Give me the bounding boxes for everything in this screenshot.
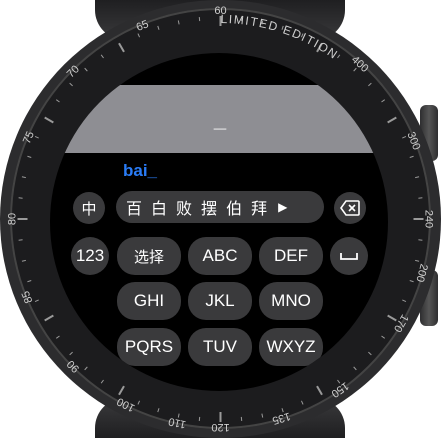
bezel-tick	[415, 259, 420, 262]
bezel-tick	[415, 176, 420, 179]
bezel-tick	[409, 155, 414, 158]
watch-screen: _ bai_ 中 百 白 败 摆 伯 拜 ▶ 123 选择 ABC DEF GH…	[50, 53, 388, 391]
key-jkl[interactable]: JKL	[188, 282, 252, 320]
backspace-icon	[340, 200, 360, 216]
bezel-number: 90	[65, 358, 82, 375]
bezel-number: 85	[20, 289, 36, 305]
candidate-1[interactable]: 百	[126, 195, 142, 219]
bezel-tick	[84, 366, 88, 371]
bezel-tick	[300, 400, 304, 405]
space-icon	[340, 253, 358, 260]
space-button[interactable]	[330, 237, 368, 275]
bezel-tick	[100, 379, 104, 384]
bezel-number: 400	[349, 54, 371, 75]
bezel-number: 80	[6, 213, 18, 225]
bezel-tick	[316, 385, 323, 396]
bezel-tick	[21, 259, 26, 262]
play-right-icon[interactable]: ▶	[278, 200, 287, 214]
bezel-number: 75	[21, 130, 37, 146]
composing-pinyin: bai_	[123, 161, 158, 180]
candidate-5[interactable]: 伯	[226, 195, 242, 219]
bezel-number: 100	[115, 395, 137, 414]
key-abc[interactable]: ABC	[188, 237, 252, 275]
bezel-number: 135	[271, 410, 292, 427]
key-pqrs[interactable]: PQRS	[117, 328, 181, 366]
bezel-tick	[381, 335, 386, 339]
bezel-number: 150	[329, 379, 351, 399]
bezel-number: 65	[135, 18, 151, 34]
bezel-tick	[44, 314, 54, 322]
bezel-tick	[402, 299, 407, 303]
key-def[interactable]: DEF	[259, 237, 323, 275]
bezel-tick	[409, 280, 414, 283]
candidate-bar: 百 白 败 摆 伯 拜 ▶	[116, 191, 324, 223]
key-tuv[interactable]: TUV	[188, 328, 252, 366]
candidate-3[interactable]: 败	[176, 195, 192, 219]
candidate-2[interactable]: 白	[151, 195, 167, 219]
key-mno[interactable]: MNO	[259, 282, 323, 320]
bezel-tick	[157, 25, 160, 30]
bezel-tick	[353, 366, 357, 371]
bezel-tick	[387, 116, 397, 124]
bezel-tick	[157, 408, 160, 413]
bezel-number: 240	[423, 210, 435, 228]
select-button[interactable]: 选择	[117, 237, 181, 275]
bezel-number: 60	[214, 5, 226, 17]
key-wxyz[interactable]: WXYZ	[259, 328, 323, 366]
bezel-number: 200	[413, 262, 429, 283]
bezel-number: 110	[167, 415, 187, 430]
bezel-tick	[27, 155, 32, 158]
bezel-number: 70	[65, 63, 82, 80]
number-mode-button[interactable]: 123	[71, 237, 109, 275]
bezel-tick	[118, 385, 125, 396]
bezel-tick	[368, 351, 372, 356]
bezel-number: 170	[391, 312, 411, 334]
delete-button[interactable]	[334, 192, 366, 224]
bezel-tick	[137, 400, 141, 405]
bezel-tick	[27, 280, 32, 283]
bezel-tick	[84, 67, 88, 72]
key-ghi[interactable]: GHI	[117, 282, 181, 320]
bezel-tick	[100, 54, 104, 59]
bezel-tick	[177, 20, 180, 25]
bezel-number: 300	[404, 130, 422, 152]
bezel-number: 120	[211, 421, 229, 433]
input-text: _	[213, 107, 227, 132]
smartwatch: LIMITED EDITION 60 65 70 75 80 85 90 100 110 120 1…	[0, 0, 441, 438]
candidate-6[interactable]: 拜	[251, 195, 267, 219]
language-switch-button[interactable]: 中	[73, 192, 105, 224]
bezel-tick	[387, 314, 397, 322]
bezel-tick	[69, 351, 73, 356]
bezel-tick	[261, 413, 264, 418]
bezel-tick	[21, 176, 26, 179]
bezel-tick	[118, 42, 125, 53]
candidate-4[interactable]: 摆	[201, 195, 217, 219]
bezel-tick	[55, 335, 60, 339]
